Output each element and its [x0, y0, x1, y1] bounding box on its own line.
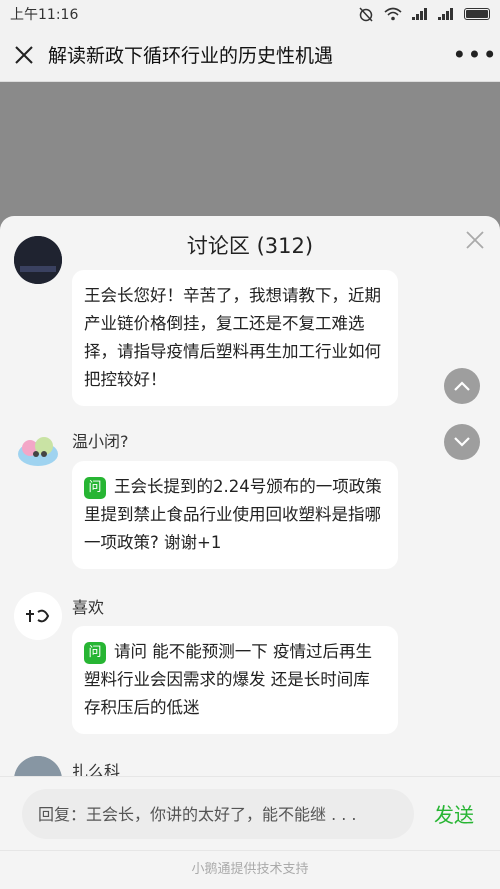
avatar[interactable]	[14, 424, 62, 472]
reply-input[interactable]	[22, 789, 414, 839]
signal-icon	[412, 8, 428, 20]
discussion-title: 讨论区 (312)	[186, 234, 314, 258]
sheet-close-button[interactable]	[466, 226, 484, 256]
more-menu-button[interactable]: •••	[450, 41, 500, 69]
alarm-off-icon	[359, 7, 373, 22]
signal-icon-2	[438, 8, 454, 20]
chevron-down-icon	[454, 437, 470, 447]
wifi-icon	[384, 7, 402, 21]
comment-username: 喜欢	[72, 598, 105, 617]
comment-text: 请问 能不能预测一下 疫情过后再生塑料行业会因需求的爆发 还是长时间库存积压后的…	[84, 642, 372, 717]
avatar-image	[14, 592, 62, 640]
send-button[interactable]: 发送	[434, 799, 474, 828]
close-button[interactable]	[0, 28, 48, 82]
question-badge: 问	[84, 642, 106, 664]
status-bar: 上午11:16	[0, 0, 500, 28]
comment-text: 王会长提到的2.24号颁布的一项政策里提到禁止食品行业使用回收塑料是指哪一项政策…	[84, 477, 382, 552]
page-title: 解读新政下循环行业的历史性机遇	[48, 45, 334, 67]
footer-powered-by: 小鹅通提供技术支持	[0, 850, 500, 889]
scroll-down-button[interactable]	[444, 424, 480, 460]
avatar-image	[14, 236, 62, 284]
battery-icon	[464, 8, 490, 20]
comment-username: 温小闭?	[72, 432, 129, 451]
dimmed-backdrop[interactable]	[0, 82, 500, 222]
comment-bubble: 王会长您好！辛苦了，我想请教下，近期产业链价格倒挂，复工还是不复工难选择，请指导…	[72, 270, 398, 406]
close-icon	[466, 231, 484, 249]
chevron-up-icon	[454, 381, 470, 391]
avatar[interactable]	[14, 592, 62, 640]
comment-bubble: 问王会长提到的2.24号颁布的一项政策里提到禁止食品行业使用回收塑料是指哪一项政…	[72, 461, 398, 569]
status-icons	[358, 6, 490, 22]
scroll-up-button[interactable]	[444, 368, 480, 404]
question-badge: 问	[84, 477, 106, 499]
reply-bar: 发送	[0, 776, 500, 851]
comment-bubble: 问请问 能不能预测一下 疫情过后再生塑料行业会因需求的爆发 还是长时间库存积压后…	[72, 626, 398, 734]
status-time: 上午11:16	[10, 7, 79, 23]
comment-text: 王会长您好！辛苦了，我想请教下，近期产业链价格倒挂，复工还是不复工难选择，请指导…	[84, 286, 381, 389]
close-icon	[15, 45, 33, 64]
nav-bar: 解读新政下循环行业的历史性机遇 •••	[0, 28, 500, 82]
avatar[interactable]	[14, 236, 62, 284]
avatar-image	[18, 437, 58, 466]
